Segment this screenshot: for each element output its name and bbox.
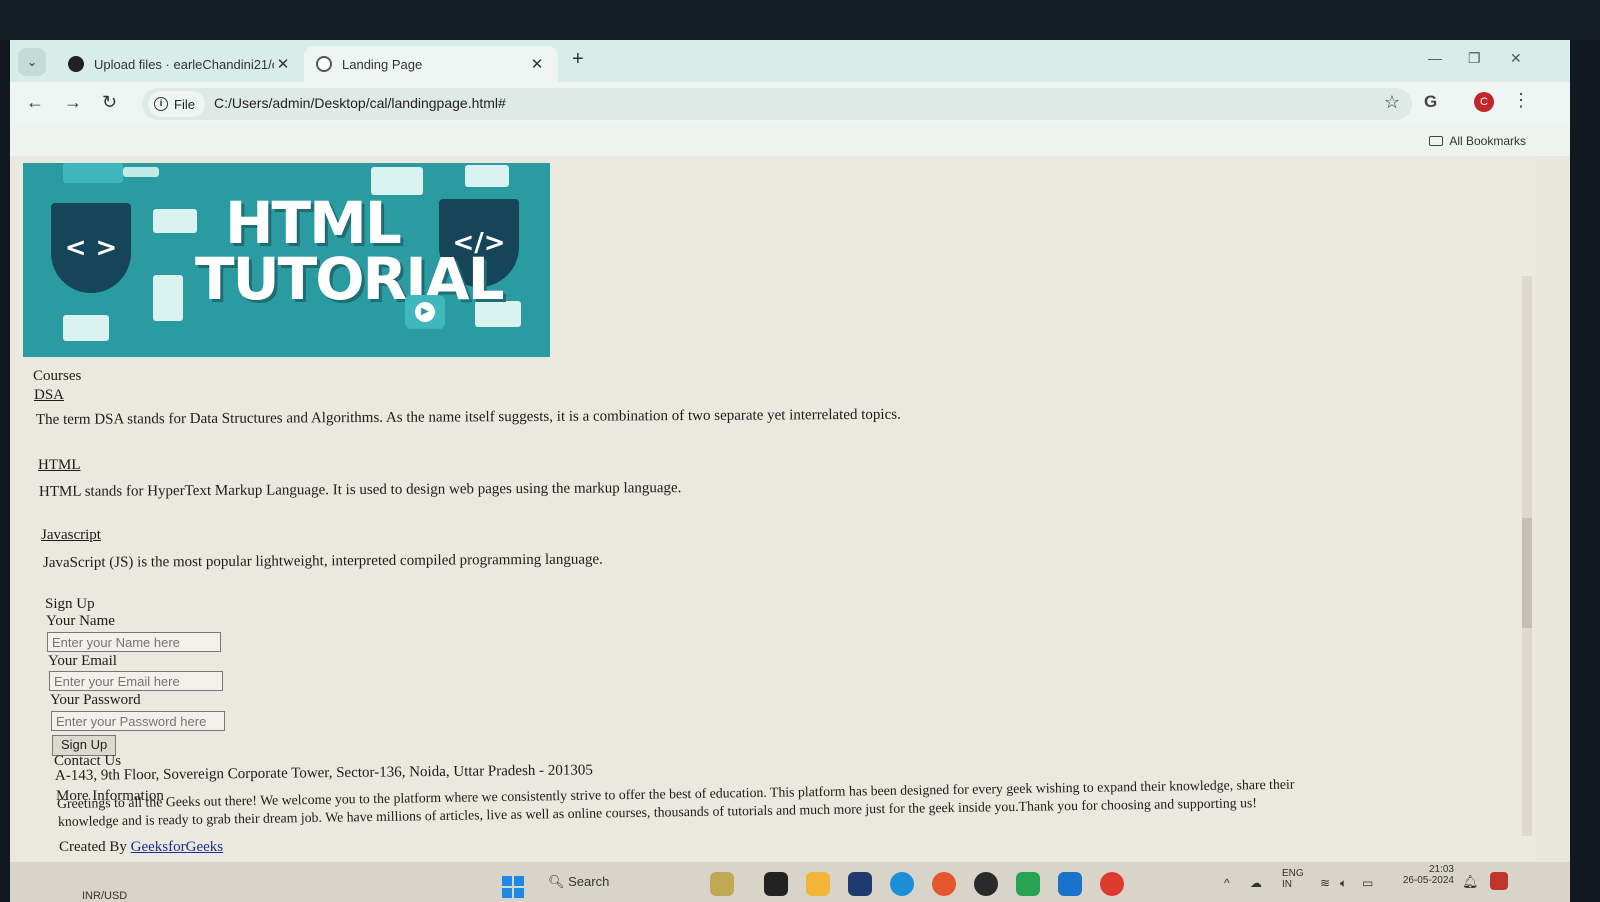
course-link-dsa[interactable]: DSA xyxy=(34,387,64,404)
forward-icon[interactable]: → xyxy=(64,92,82,113)
tab-upload-files[interactable]: Upload files · earleChandini21/c ✕ xyxy=(56,46,304,82)
clock-date: 26-05-2024 xyxy=(1402,875,1454,886)
notepad-icon[interactable] xyxy=(1016,872,1040,896)
name-label: Your Name xyxy=(46,613,115,629)
notification-app-icon[interactable] xyxy=(1490,872,1508,890)
google-icon[interactable]: G xyxy=(1424,92,1437,112)
course-description: HTML stands for HyperText Markup Languag… xyxy=(38,480,682,500)
taskbar-search[interactable]: 🔍︎ Search xyxy=(548,874,609,890)
browser-window: ⌄ Upload files · earleChandini21/c ✕ Lan… xyxy=(10,40,1570,902)
volume-icon[interactable]: 🔈︎ xyxy=(1340,876,1347,891)
tray-chevron-icon[interactable]: ^ xyxy=(1224,876,1230,890)
new-tab-button[interactable]: + xyxy=(572,48,584,71)
close-window-icon[interactable]: ✕ xyxy=(1510,50,1522,67)
tab-title: Upload files · earleChandini21/c xyxy=(94,56,274,72)
courses-heading: Courses xyxy=(33,368,82,384)
address-bar[interactable]: i File C:/Users/admin/Desktop/cal/landin… xyxy=(142,88,1412,120)
screen-bezel xyxy=(0,0,1600,40)
signup-heading: Sign Up xyxy=(45,596,95,612)
info-icon: i xyxy=(154,97,168,111)
course-link-javascript[interactable]: Javascript xyxy=(41,527,101,544)
contact-address: A-143, 9th Floor, Sovereign Corporate To… xyxy=(54,762,593,784)
task-view-icon[interactable] xyxy=(764,872,788,896)
html-tutorial-banner: < > </> HTML TUTORIAL ▶ xyxy=(23,163,550,357)
url-text[interactable]: C:/Users/admin/Desktop/cal/landingpage.h… xyxy=(214,95,506,111)
email-input[interactable] xyxy=(49,671,223,691)
profile-avatar[interactable]: C xyxy=(1474,92,1494,112)
banner-title-line2: TUTORIAL xyxy=(195,245,505,313)
globe-icon xyxy=(316,56,332,72)
credits: Created By GeeksforGeeks xyxy=(59,839,223,856)
region-code: IN xyxy=(1282,879,1292,890)
windows-taskbar: INR/USD 🔍︎ Search ^ ☁ ENG IN ≋ 🔈︎ ▭ 21:0… xyxy=(10,862,1570,902)
bookmark-star-icon[interactable]: ☆ xyxy=(1384,92,1400,113)
chrome-icon[interactable] xyxy=(1100,872,1124,896)
notification-bell-icon[interactable]: 🔔︎ xyxy=(1462,874,1479,890)
battery-icon[interactable]: ▭ xyxy=(1362,876,1373,890)
text-lines-icon xyxy=(63,315,109,341)
all-bookmarks-button[interactable]: All Bookmarks xyxy=(1429,134,1526,148)
restore-icon[interactable]: ❐ xyxy=(1468,50,1481,67)
text-lines-icon xyxy=(153,209,197,233)
file-explorer-icon[interactable] xyxy=(806,872,830,896)
clock-time: 21:03 xyxy=(1428,864,1454,875)
tab-landing-page[interactable]: Landing Page ✕ xyxy=(304,46,558,82)
tab-title: Landing Page xyxy=(342,56,423,72)
bookmarks-bar: All Bookmarks xyxy=(10,126,1570,156)
github-icon xyxy=(68,56,84,72)
edge-icon[interactable] xyxy=(890,872,914,896)
site-info-chip[interactable]: i File xyxy=(148,91,205,117)
site-info-label: File xyxy=(174,96,195,112)
name-input[interactable] xyxy=(47,632,221,652)
windows-start-icon[interactable] xyxy=(502,876,524,898)
password-label: Your Password xyxy=(50,692,141,708)
taskbar-search-label: Search xyxy=(568,874,610,889)
vscode-icon[interactable] xyxy=(1058,872,1082,896)
language-indicator[interactable]: ENG IN xyxy=(1282,868,1304,890)
browser-toolbar: ← → ↻ i File C:/Users/admin/Desktop/cal/… xyxy=(10,82,1570,126)
firefox-icon[interactable] xyxy=(932,872,956,896)
search-icon: 🔍︎ xyxy=(548,874,565,889)
microsoft-store-icon[interactable] xyxy=(848,872,872,896)
close-icon[interactable]: ✕ xyxy=(274,55,292,73)
tab-strip: ⌄ Upload files · earleChandini21/c ✕ Lan… xyxy=(10,40,1570,82)
clock[interactable]: 21:03 26-05-2024 xyxy=(1390,864,1454,886)
ticker-widget[interactable]: INR/USD xyxy=(82,890,127,902)
text-lines-icon xyxy=(465,165,509,187)
page-scrollbar-thumb[interactable] xyxy=(1522,518,1532,628)
wifi-icon[interactable]: ≋ xyxy=(1320,876,1330,890)
phone-icon xyxy=(153,275,183,321)
onedrive-icon[interactable]: ☁ xyxy=(1250,876,1262,890)
page-viewport: < > </> HTML TUTORIAL ▶ Courses DSA The … xyxy=(10,156,1536,862)
all-bookmarks-label: All Bookmarks xyxy=(1449,134,1526,148)
folder-icon xyxy=(1429,136,1444,146)
widget-icon[interactable] xyxy=(710,872,734,896)
course-link-html[interactable]: HTML xyxy=(38,457,81,474)
language-code: ENG xyxy=(1282,868,1304,879)
close-icon[interactable]: ✕ xyxy=(528,55,546,73)
play-icon: ▶ xyxy=(405,295,445,329)
minimize-icon[interactable]: — xyxy=(1428,50,1442,66)
whatsapp-icon[interactable] xyxy=(974,872,998,896)
code-brackets-icon: < > xyxy=(51,203,131,293)
reload-icon[interactable]: ↻ xyxy=(102,92,117,113)
menu-kebab-icon[interactable]: ⋮ xyxy=(1512,90,1530,111)
tab-search-chevron-icon[interactable]: ⌄ xyxy=(18,48,46,76)
created-by-label: Created By xyxy=(59,839,127,855)
course-description: The term DSA stands for Data Structures … xyxy=(35,406,901,428)
email-label: Your Email xyxy=(48,653,117,669)
geeksforgeeks-link[interactable]: GeeksforGeeks xyxy=(131,839,223,855)
back-icon[interactable]: ← xyxy=(26,92,44,113)
course-description: JavaScript (JS) is the most popular ligh… xyxy=(42,551,603,571)
password-input[interactable] xyxy=(51,711,225,731)
